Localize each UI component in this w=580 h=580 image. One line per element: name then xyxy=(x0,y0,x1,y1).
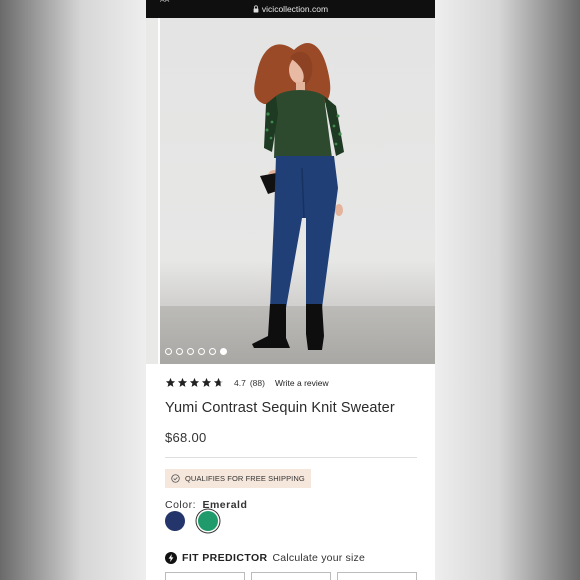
gallery-dot[interactable] xyxy=(165,348,172,355)
browser-url-text: vicicollection.com xyxy=(261,4,329,14)
lock-icon xyxy=(253,5,259,13)
swatch-navy[interactable] xyxy=(165,511,185,531)
rating-row: 4.7 (88) Write a review xyxy=(165,377,329,388)
free-shipping-badge: QUALIFIES FOR FREE SHIPPING xyxy=(165,469,311,488)
star-icon xyxy=(189,377,200,388)
fit-option-box[interactable] xyxy=(165,572,245,580)
product-title: Yumi Contrast Sequin Knit Sweater xyxy=(165,400,395,416)
phone-screen: AA vicicollection.com 4.7 (88) Write a r… xyxy=(146,0,435,580)
fit-predictor-title: FIT PREDICTOR xyxy=(182,552,268,564)
gallery-dot[interactable] xyxy=(176,348,183,355)
gallery-dots xyxy=(165,348,227,355)
product-price: $68.00 xyxy=(165,430,207,445)
star-rating[interactable] xyxy=(165,377,224,388)
gallery-dot[interactable] xyxy=(187,348,194,355)
divider xyxy=(165,457,417,458)
fit-option-box[interactable] xyxy=(251,572,331,580)
gallery-dot[interactable] xyxy=(198,348,205,355)
write-review-link[interactable]: Write a review xyxy=(275,378,329,388)
browser-url-bar[interactable]: AA vicicollection.com xyxy=(146,0,435,18)
color-value: Emerald xyxy=(202,499,248,511)
review-count[interactable]: (88) xyxy=(250,378,265,388)
color-label: Color: xyxy=(165,499,197,511)
color-row: Color: Emerald xyxy=(165,499,247,511)
product-photo-model xyxy=(252,42,344,350)
lightning-circle-icon xyxy=(165,552,177,564)
free-shipping-label: QUALIFIES FOR FREE SHIPPING xyxy=(185,474,305,483)
swatch-emerald[interactable] xyxy=(198,511,218,531)
star-partial-icon xyxy=(213,377,224,388)
star-icon xyxy=(165,377,176,388)
star-icon xyxy=(201,377,212,388)
gallery-dot-active[interactable] xyxy=(220,348,227,355)
fit-predictor-options xyxy=(165,572,417,580)
fit-predictor[interactable]: FIT PREDICTOR Calculate your size xyxy=(165,552,365,564)
fit-option-box[interactable] xyxy=(337,572,417,580)
check-circle-icon xyxy=(171,470,180,488)
rating-value: 4.7 xyxy=(234,377,246,388)
fit-predictor-subtitle: Calculate your size xyxy=(272,552,366,564)
color-swatches xyxy=(165,511,218,531)
browser-back-text[interactable]: AA xyxy=(160,0,169,4)
product-image-gallery[interactable] xyxy=(146,18,435,364)
gallery-dot[interactable] xyxy=(209,348,216,355)
star-icon xyxy=(177,377,188,388)
